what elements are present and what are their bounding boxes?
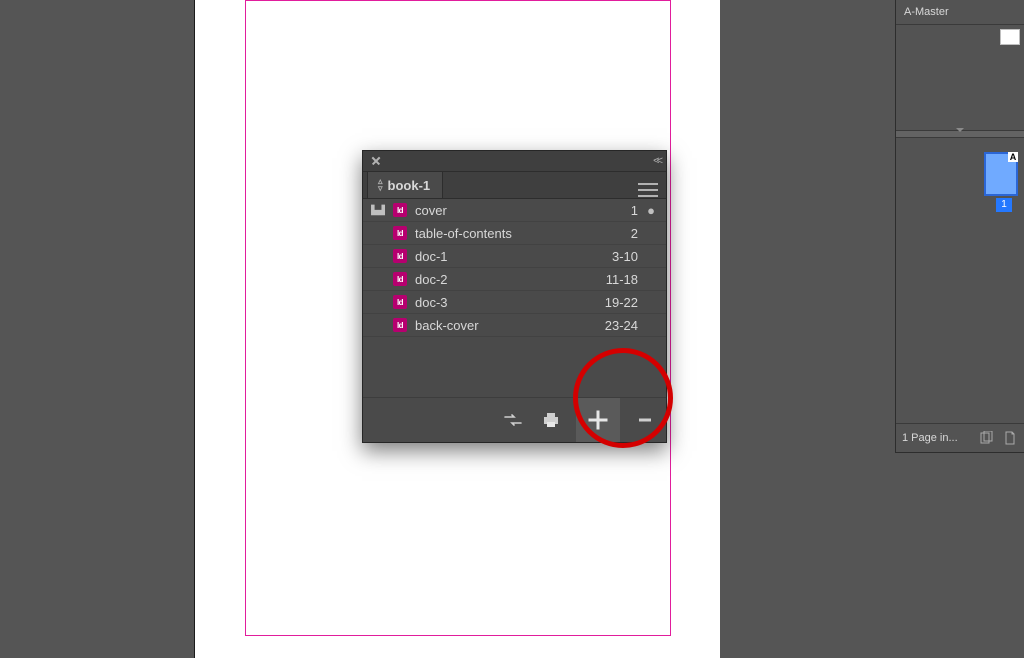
new-page-icon[interactable] bbox=[1002, 430, 1018, 446]
panel-menu-icon[interactable] bbox=[638, 182, 658, 198]
document-name: cover bbox=[415, 203, 578, 218]
book-panel: << ▵▿ book-1 ▙▟Idcover1●Idtable-of-conte… bbox=[362, 150, 667, 443]
indesign-file-icon: Id bbox=[393, 203, 407, 217]
book-tab[interactable]: ▵▿ book-1 bbox=[367, 171, 443, 198]
page-thumbnail-1[interactable]: A bbox=[984, 152, 1018, 196]
indesign-file-icon: Id bbox=[393, 318, 407, 332]
minus-icon bbox=[635, 410, 655, 430]
book-panel-tabstrip: ▵▿ book-1 bbox=[363, 172, 666, 199]
pages-master-row[interactable]: A-Master bbox=[896, 0, 1024, 25]
master-page-thumbnail[interactable] bbox=[1000, 29, 1020, 45]
document-page-range: 11-18 bbox=[586, 272, 638, 287]
master-page-label: A-Master bbox=[904, 6, 949, 18]
indesign-file-icon: Id bbox=[393, 272, 407, 286]
close-icon[interactable] bbox=[369, 154, 383, 168]
unsaved-indicator-icon: ▵▿ bbox=[378, 178, 383, 192]
document-page-range: 1 bbox=[586, 203, 638, 218]
workspace: A-Master A 1 1 Page in... << bbox=[0, 0, 1024, 658]
edit-page-size-icon[interactable] bbox=[978, 430, 994, 446]
document-name: table-of-contents bbox=[415, 226, 578, 241]
book-document-row[interactable]: ▙▟ Idcover 1 ● bbox=[363, 199, 666, 222]
book-document-row[interactable]: Id table-of-contents 2 bbox=[363, 222, 666, 245]
document-name: doc-1 bbox=[415, 249, 578, 264]
add-document-button[interactable] bbox=[576, 398, 620, 442]
book-panel-footer bbox=[363, 398, 666, 442]
pasteboard-left bbox=[0, 0, 195, 658]
style-source-indicator-icon[interactable]: ▙▟ bbox=[371, 206, 385, 215]
sync-styles-icon[interactable] bbox=[500, 407, 526, 433]
book-document-row[interactable]: Id doc-1 3-10 bbox=[363, 245, 666, 268]
document-page-range: 3-10 bbox=[586, 249, 638, 264]
pages-panel-divider[interactable] bbox=[896, 130, 1024, 138]
document-name: doc-2 bbox=[415, 272, 578, 287]
indesign-file-icon: Id bbox=[393, 295, 407, 309]
document-name: back-cover bbox=[415, 318, 578, 333]
book-panel-titlebar[interactable]: << bbox=[363, 151, 666, 172]
pages-panel-footer: 1 Page in... bbox=[896, 423, 1024, 452]
indesign-file-icon: Id bbox=[393, 249, 407, 263]
pages-masters-area[interactable] bbox=[896, 25, 1024, 130]
document-open-indicator: ● bbox=[646, 203, 656, 218]
plus-icon bbox=[585, 407, 611, 433]
book-list-empty-area[interactable] bbox=[363, 337, 666, 398]
book-document-row[interactable]: Id doc-2 11-18 bbox=[363, 268, 666, 291]
collapse-panel-icon[interactable]: << bbox=[653, 155, 660, 167]
book-document-row[interactable]: Id back-cover 23-24 bbox=[363, 314, 666, 337]
pages-count-label: 1 Page in... bbox=[902, 432, 958, 444]
pages-thumbnails-area[interactable]: A 1 bbox=[896, 138, 1024, 398]
pages-panel: A-Master A 1 1 Page in... bbox=[895, 0, 1024, 453]
book-documents-list: ▙▟Idcover1●Idtable-of-contents2Iddoc-13-… bbox=[363, 199, 666, 337]
print-book-icon[interactable] bbox=[538, 407, 564, 433]
document-page-range: 23-24 bbox=[586, 318, 638, 333]
remove-document-button[interactable] bbox=[632, 407, 658, 433]
indesign-file-icon: Id bbox=[393, 226, 407, 240]
book-document-row[interactable]: Id doc-3 19-22 bbox=[363, 291, 666, 314]
document-page-range: 2 bbox=[586, 226, 638, 241]
page-number-badge[interactable]: 1 bbox=[996, 198, 1012, 212]
document-page-range: 19-22 bbox=[586, 295, 638, 310]
document-name: doc-3 bbox=[415, 295, 578, 310]
page-master-indicator: A bbox=[1008, 152, 1018, 162]
book-tab-label: book-1 bbox=[388, 178, 431, 193]
